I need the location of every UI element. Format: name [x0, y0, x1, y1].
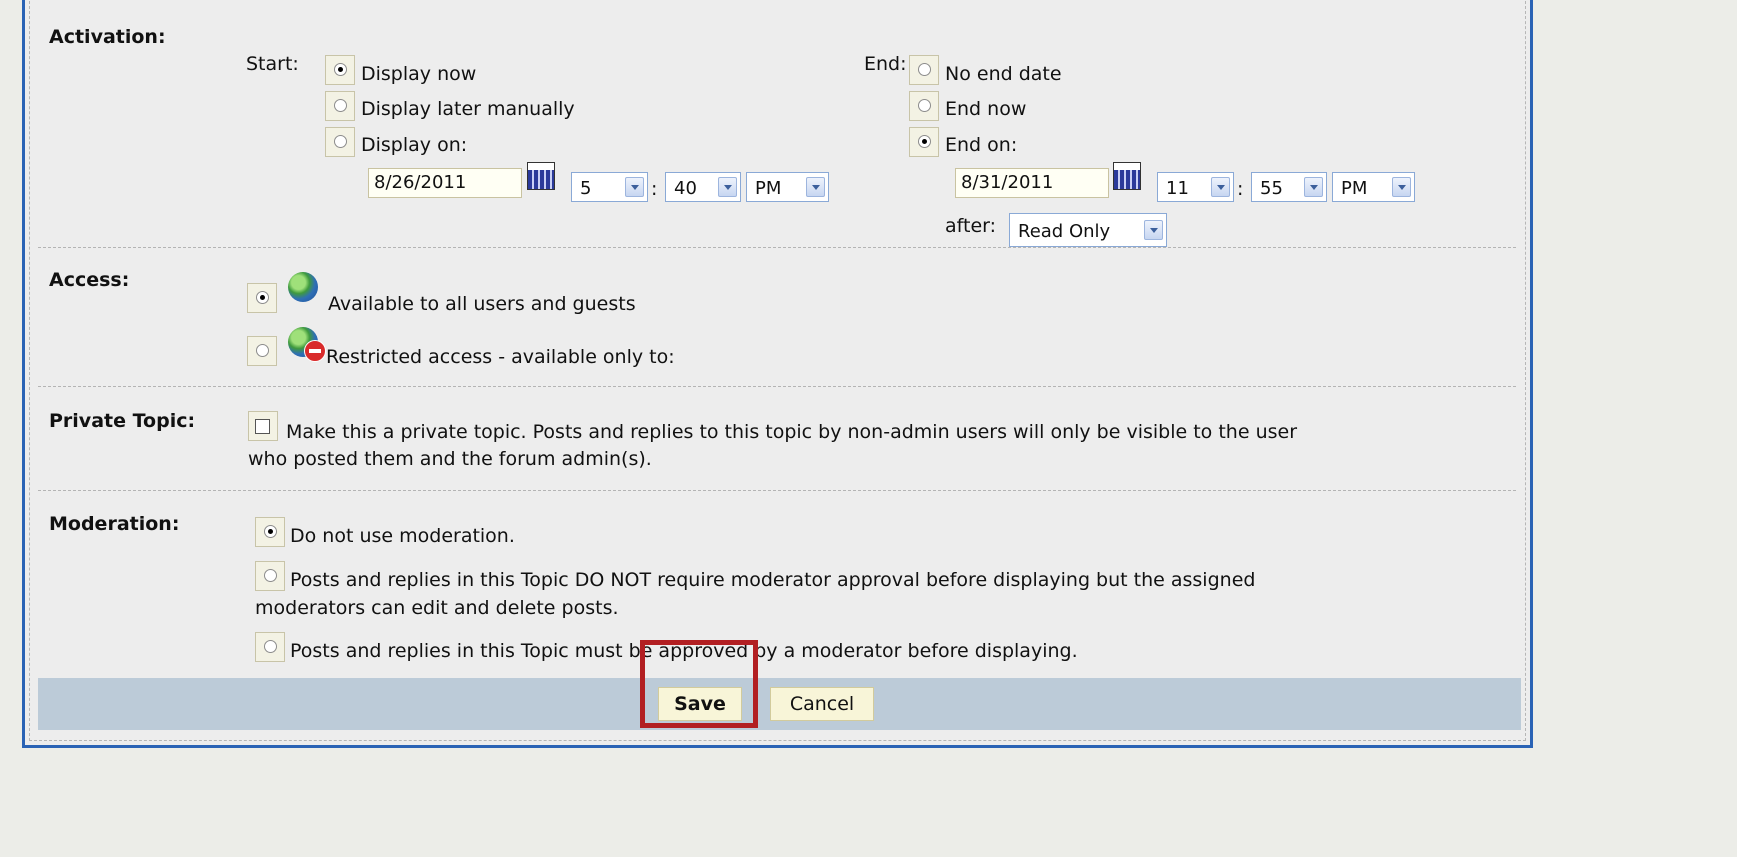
access-all-label: Available to all users and guests [328, 293, 636, 315]
chevron-down-icon [625, 177, 644, 197]
chevron-down-icon [1144, 220, 1163, 240]
end-now-label: End now [945, 98, 1027, 120]
after-label: after: [945, 215, 997, 237]
moderation-edit-label: moderators can edit and delete posts. [255, 597, 619, 619]
end-on-label: End on: [945, 134, 1018, 156]
start-date-input[interactable]: 8/26/2011 [368, 168, 522, 198]
display-later-radio[interactable] [325, 91, 355, 121]
start-label: Start: [246, 53, 299, 75]
access-restricted-radio[interactable] [247, 336, 277, 366]
end-minute-select[interactable]: 55 [1251, 172, 1327, 202]
display-now-label: Display now [361, 63, 477, 85]
start-ampm-select[interactable]: PM [746, 172, 829, 202]
calendar-icon[interactable] [1113, 162, 1141, 190]
time-separator: : [1237, 178, 1244, 200]
section-divider [38, 490, 1516, 491]
access-label: Access: [49, 269, 130, 291]
display-on-label: Display on: [361, 134, 468, 156]
section-divider [38, 386, 1516, 387]
activation-label: Activation: [49, 26, 166, 48]
chevron-down-icon [1211, 177, 1230, 197]
moderation-none-label: Do not use moderation. [290, 525, 515, 547]
calendar-icon[interactable] [527, 162, 555, 190]
start-hour-select[interactable]: 5 [571, 172, 648, 202]
no-entry-icon [304, 340, 326, 362]
private-topic-text: who posted them and the forum admin(s). [248, 448, 652, 470]
moderation-edit-label: Posts and replies in this Topic DO NOT r… [290, 569, 1256, 591]
globe-icon [288, 272, 318, 302]
access-all-radio[interactable] [247, 283, 277, 313]
after-select[interactable]: Read Only [1009, 213, 1167, 247]
moderation-label: Moderation: [49, 513, 180, 535]
moderation-edit-radio[interactable] [255, 561, 285, 591]
start-minute-select[interactable]: 40 [665, 172, 741, 202]
settings-panel [22, 0, 1533, 748]
end-date-input[interactable]: 8/31/2011 [955, 168, 1109, 198]
end-label: End: [864, 53, 907, 75]
chevron-down-icon [1304, 177, 1323, 197]
display-on-radio[interactable] [325, 127, 355, 157]
moderation-none-radio[interactable] [255, 517, 285, 547]
end-hour-select[interactable]: 11 [1157, 172, 1234, 202]
chevron-down-icon [806, 177, 825, 197]
display-now-radio[interactable] [325, 55, 355, 85]
private-topic-text: Make this a private topic. Posts and rep… [286, 421, 1298, 443]
save-highlight [640, 640, 758, 728]
chevron-down-icon [718, 177, 737, 197]
no-end-date-label: No end date [945, 63, 1062, 85]
cancel-button[interactable]: Cancel [770, 687, 874, 721]
end-ampm-select[interactable]: PM [1332, 172, 1415, 202]
end-now-radio[interactable] [909, 91, 939, 121]
display-later-label: Display later manually [361, 98, 575, 120]
access-restricted-label: Restricted access - available only to: [326, 346, 675, 368]
end-on-radio[interactable] [909, 127, 939, 157]
time-separator: : [651, 178, 658, 200]
private-topic-label: Private Topic: [49, 410, 196, 432]
no-end-date-radio[interactable] [909, 55, 939, 85]
private-topic-checkbox[interactable] [248, 411, 278, 441]
section-divider [38, 247, 1516, 248]
moderation-approve-radio[interactable] [255, 632, 285, 662]
chevron-down-icon [1392, 177, 1411, 197]
